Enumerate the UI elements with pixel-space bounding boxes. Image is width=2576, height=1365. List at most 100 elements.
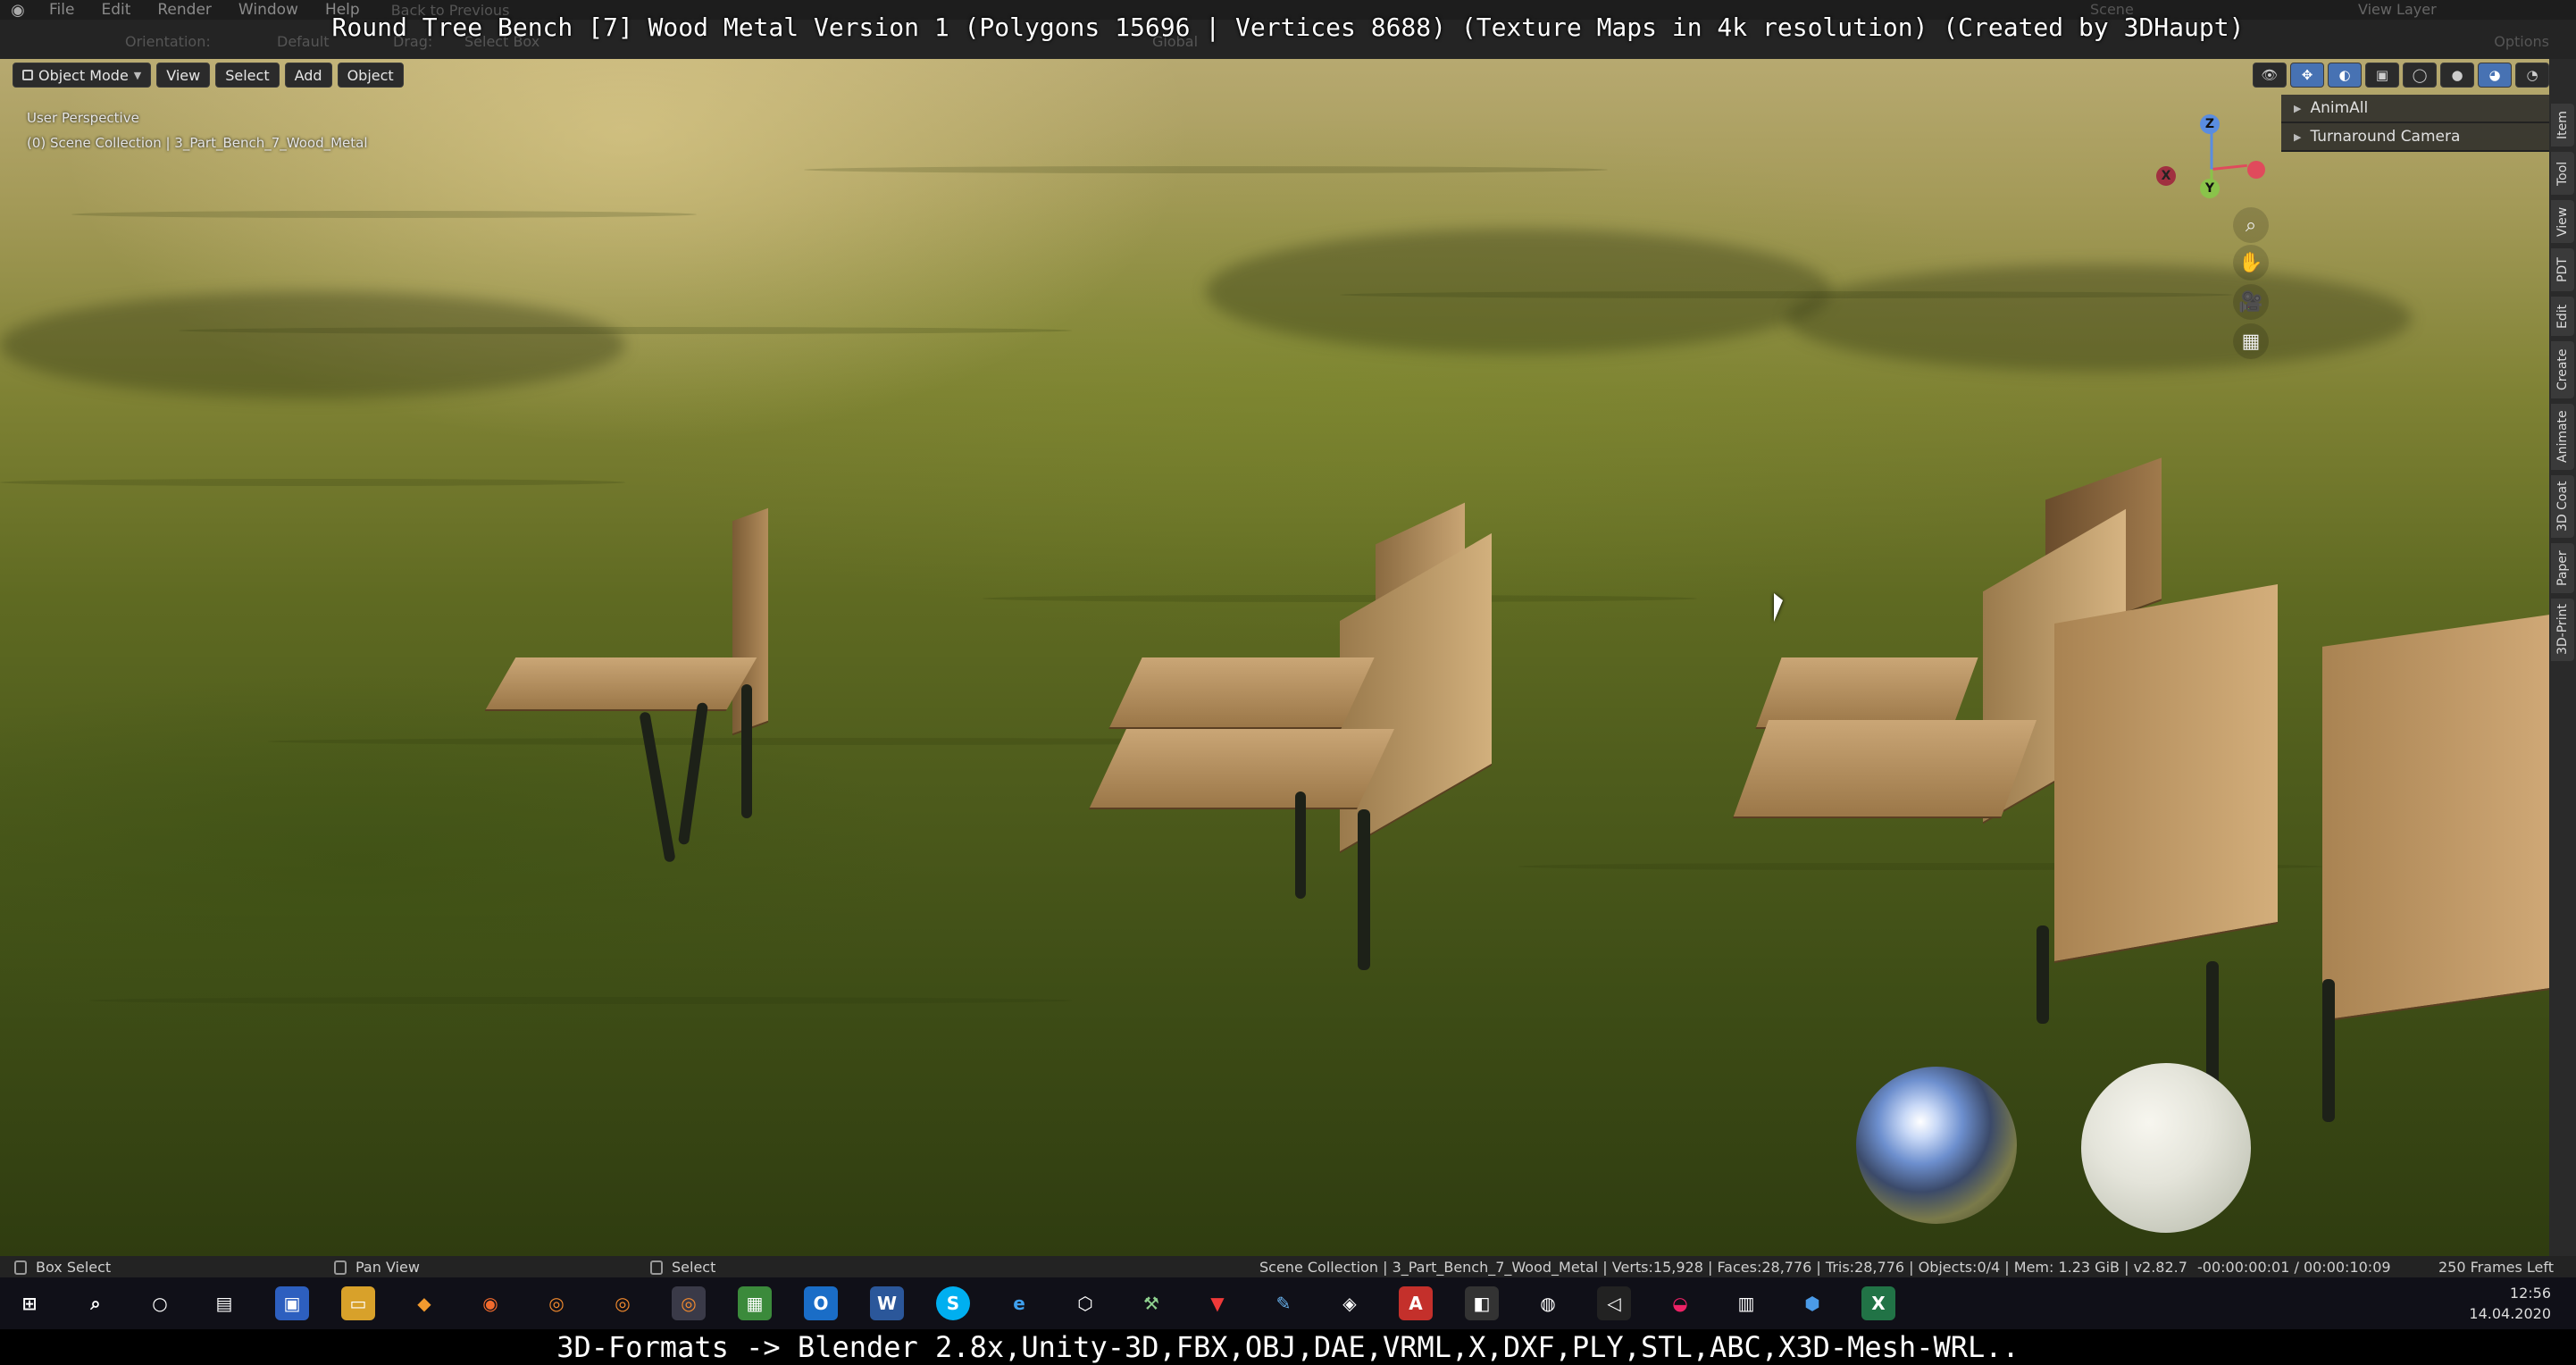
scene-stats: Scene Collection | 3_Part_Bench_7_Wood_M… <box>1259 1259 2187 1276</box>
object-mode-label: Object Mode <box>38 66 129 84</box>
status-select-label: Select <box>672 1259 716 1276</box>
object-mode-icon <box>22 70 33 80</box>
mouse-left-icon <box>14 1260 27 1275</box>
tab-paper[interactable]: Paper <box>2551 543 2574 593</box>
status-pan-view-label: Pan View <box>355 1259 420 1276</box>
tab-view[interactable]: View <box>2551 200 2574 243</box>
sidebar-tabs: Item Tool View PDT Edit Create Animate 3… <box>2549 59 2576 1256</box>
ortho-grid-icon[interactable]: ▦ <box>2233 323 2269 359</box>
sidebar-panel: ▶ AnimAll ▶ Turnaround Camera <box>2281 95 2549 152</box>
xray-icon[interactable]: ▣ <box>2365 63 2399 88</box>
panel-animall-label: AnimAll <box>2310 99 2369 117</box>
expand-triangle-icon: ▶ <box>2294 102 2302 114</box>
gizmo-y-axis[interactable]: Y <box>2200 179 2220 198</box>
paint-icon[interactable]: ✎ <box>1267 1286 1301 1320</box>
blender-icon[interactable]: ◎ <box>539 1286 573 1320</box>
view-menu[interactable]: View <box>156 63 211 88</box>
acrobat-icon[interactable]: A <box>1399 1286 1433 1320</box>
material-shading-icon[interactable]: ◕ <box>2478 63 2512 88</box>
status-box-select-label: Box Select <box>36 1259 112 1276</box>
tab-tool[interactable]: Tool <box>2551 152 2574 195</box>
timeline-time: -00:00:00:01 / 00:00:10:09 <box>2197 1259 2391 1276</box>
game-icon[interactable]: ◒ <box>1663 1286 1697 1320</box>
chevron-down-icon: ▼ <box>133 69 142 81</box>
clock-date: 14.04.2020 <box>2469 1305 2551 1322</box>
bench-right[interactable] <box>1732 425 2549 1140</box>
rendered-shading-icon[interactable]: ◔ <box>2515 63 2549 88</box>
clock-time: 12:56 <box>2509 1285 2551 1302</box>
mouse-cursor <box>1774 593 1783 622</box>
gizmo-z-axis[interactable]: Z <box>2200 114 2220 134</box>
tab-item[interactable]: Item <box>2551 104 2574 147</box>
expand-triangle-icon: ▶ <box>2294 130 2302 143</box>
windows-start-icon[interactable]: ⊞ <box>13 1286 46 1320</box>
save-icon[interactable]: ▣ <box>275 1286 309 1320</box>
edge-icon[interactable]: e <box>1002 1286 1036 1320</box>
status-select: Select <box>650 1259 715 1276</box>
object-menu[interactable]: Object <box>337 63 404 88</box>
chrome-icon[interactable]: ◍ <box>1531 1286 1565 1320</box>
excel-icon[interactable]: X <box>1861 1286 1895 1320</box>
gizmo-toggle-icon[interactable]: ✥ <box>2290 63 2324 88</box>
cortana-icon[interactable]: ○ <box>143 1286 177 1320</box>
vivaldi-icon[interactable]: ▼ <box>1200 1286 1234 1320</box>
firefox-icon[interactable]: ◉ <box>473 1286 507 1320</box>
solid-shading-icon[interactable]: ● <box>2440 63 2474 88</box>
zoom-icon[interactable]: ⌕ <box>2233 207 2269 243</box>
panel-animall[interactable]: ▶ AnimAll <box>2281 95 2549 123</box>
mouse-right-icon <box>650 1260 663 1275</box>
gizmo-x-positive[interactable] <box>2247 161 2265 179</box>
flame-icon[interactable]: ◆ <box>407 1286 441 1320</box>
tab-pdt[interactable]: PDT <box>2551 248 2574 291</box>
outlook-icon[interactable]: O <box>804 1286 838 1320</box>
panel-turnaround-camera[interactable]: ▶ Turnaround Camera <box>2281 123 2549 152</box>
gizmo-x-axis[interactable]: X <box>2156 166 2176 186</box>
tab-3d-coat[interactable]: 3D Coat <box>2551 475 2574 538</box>
vscode-icon[interactable]: ◁ <box>1597 1286 1631 1320</box>
visual-studio-icon[interactable]: ◧ <box>1465 1286 1499 1320</box>
panel-turnaround-camera-label: Turnaround Camera <box>2310 128 2461 146</box>
tab-3d-print[interactable]: 3D-Print <box>2551 599 2574 661</box>
select-menu[interactable]: Select <box>215 63 280 88</box>
viewport-info: User Perspective (0) Scene Collection | … <box>27 105 368 155</box>
windows-taskbar: ⊞ ⌕ ○ ▤ ▣ ▭ ◆ ◉ ◎ ◎ ◎ ▦ O W S e ⬡ ⚒ ▼ ✎ … <box>0 1277 2576 1329</box>
video-title-overlay: Round Tree Bench [7] Wood Metal Version … <box>331 13 2245 42</box>
camera-view-icon[interactable]: 🎥 <box>2233 284 2269 320</box>
blender-active-icon[interactable]: ◎ <box>672 1286 706 1320</box>
tab-create[interactable]: Create <box>2551 341 2574 398</box>
status-bar: Box Select Pan View Select Scene Collect… <box>0 1256 2576 1277</box>
mouse-middle-icon <box>334 1260 347 1275</box>
3d-viewport[interactable]: Object Mode ▼ View Select Add Object Use… <box>0 59 2549 1256</box>
search-icon[interactable]: ⌕ <box>79 1286 113 1320</box>
video-caption: 3D-Formats -> Blender 2.8x,Unity-3D,FBX,… <box>0 1329 2576 1365</box>
unity-icon[interactable]: ◈ <box>1333 1286 1367 1320</box>
taskbar-clock[interactable]: 12:56 14.04.2020 <box>2469 1283 2551 1324</box>
add-menu[interactable]: Add <box>284 63 332 88</box>
spreadsheet-icon[interactable]: ▦ <box>738 1286 772 1320</box>
overlay-toggle-icon[interactable]: ◐ <box>2328 63 2362 88</box>
word-icon[interactable]: W <box>870 1286 904 1320</box>
white-sphere <box>2081 1063 2251 1233</box>
3d-box-icon[interactable]: ⬡ <box>1068 1286 1102 1320</box>
frames-left: 250 Frames Left <box>2438 1259 2554 1276</box>
blender-icon[interactable]: ◎ <box>606 1286 640 1320</box>
bench-middle[interactable] <box>1089 434 1501 988</box>
maps-icon[interactable]: ⬢ <box>1795 1286 1829 1320</box>
navigation-gizmo[interactable]: Z Y X <box>2154 111 2265 200</box>
viewport-shading-bar: 👁 ✥ ◐ ▣ ◯ ● ◕ ◔ <box>2253 63 2549 88</box>
skype-icon[interactable]: S <box>936 1286 970 1320</box>
calculator-icon[interactable]: ▥ <box>1729 1286 1763 1320</box>
collection-label: (0) Scene Collection | 3_Part_Bench_7_Wo… <box>27 135 368 151</box>
visibility-icon[interactable]: 👁 <box>2253 63 2287 88</box>
bench-left[interactable] <box>473 452 795 881</box>
tab-edit[interactable]: Edit <box>2551 297 2574 336</box>
object-mode-dropdown[interactable]: Object Mode ▼ <box>13 63 152 88</box>
tool-icon[interactable]: ⚒ <box>1134 1286 1168 1320</box>
wireframe-shading-icon[interactable]: ◯ <box>2403 63 2437 88</box>
tab-animate[interactable]: Animate <box>2551 404 2574 470</box>
perspective-label: User Perspective <box>27 110 139 126</box>
file-explorer-icon[interactable]: ▭ <box>341 1286 375 1320</box>
task-view-icon[interactable]: ▤ <box>207 1286 241 1320</box>
status-box-select: Box Select <box>14 1259 111 1276</box>
pan-hand-icon[interactable]: ✋ <box>2233 245 2269 281</box>
